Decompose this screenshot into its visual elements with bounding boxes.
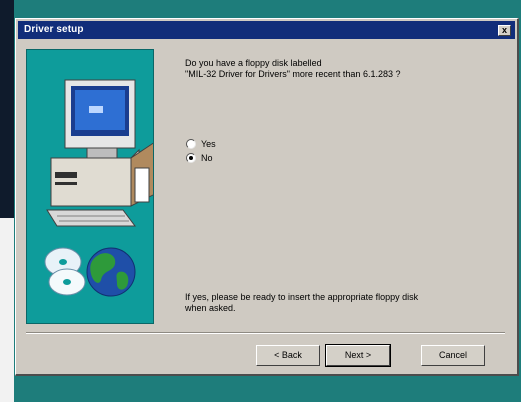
floppy-instruction: If yes, please be ready to insert the ap…: [185, 292, 490, 314]
radio-selected-dot: [189, 155, 193, 160]
button-divider: [26, 332, 505, 334]
instruction-line-2: when asked.: [185, 303, 236, 313]
radio-yes-button[interactable]: [186, 138, 196, 149]
title-bar[interactable]: Driver setup x: [18, 21, 515, 39]
radio-no-label[interactable]: No: [201, 153, 213, 163]
next-button[interactable]: Next >: [325, 344, 391, 367]
back-button[interactable]: < Back: [256, 345, 320, 366]
window-title: Driver setup: [24, 24, 84, 35]
radio-no[interactable]: No: [186, 151, 213, 164]
close-icon[interactable]: x: [498, 25, 511, 36]
setup-question: Do you have a floppy disk labelled "MIL-…: [185, 58, 490, 80]
background-window-edge-lower: [0, 218, 14, 402]
computer-icon: [27, 50, 153, 323]
radio-yes-label[interactable]: Yes: [201, 139, 216, 149]
radio-no-button[interactable]: [186, 152, 196, 163]
instruction-line-1: If yes, please be ready to insert the ap…: [185, 292, 419, 302]
radio-yes[interactable]: Yes: [186, 137, 216, 150]
question-line-1: Do you have a floppy disk labelled: [185, 58, 322, 68]
wizard-sidebar-image: [26, 49, 154, 324]
question-line-2: "MIL-32 Driver for Drivers" more recent …: [185, 69, 401, 79]
cancel-button[interactable]: Cancel: [421, 345, 485, 366]
